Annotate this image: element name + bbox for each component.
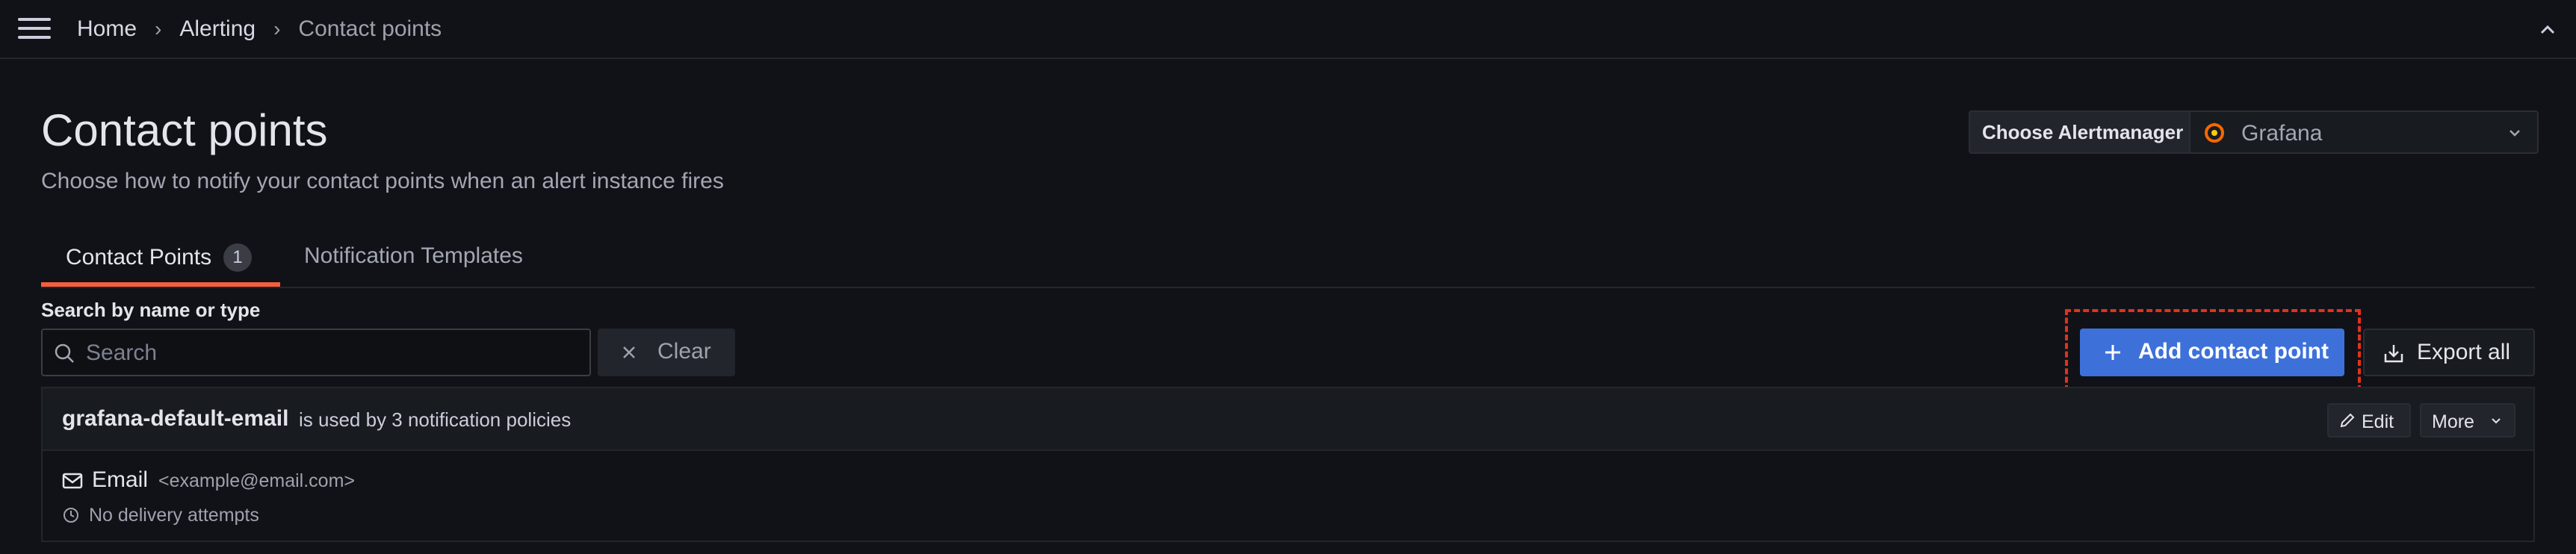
clear-button-label: Clear: [657, 339, 711, 364]
chevron-down-icon: [2510, 130, 2520, 137]
tab-counter-badge: 1: [223, 243, 253, 272]
clear-button[interactable]: Clear: [598, 329, 735, 376]
integration-type: Email: [92, 467, 149, 492]
close-icon: [623, 346, 635, 358]
page-subtitle: Choose how to notify your contact points…: [41, 169, 724, 193]
export-icon: [2384, 345, 2403, 363]
contact-point-name: grafana-default-email: [62, 406, 289, 431]
breadcrumb-alerting[interactable]: Alerting: [179, 16, 256, 42]
export-all-label: Export all: [2417, 340, 2511, 364]
add-contact-point-button[interactable]: Add contact point: [2080, 329, 2344, 376]
delivery-status: No delivery attempts: [89, 505, 259, 526]
breadcrumb-separator: ›: [155, 17, 162, 40]
grafana-logo-icon: [2205, 122, 2224, 143]
tab-contact-points[interactable]: Contact Points 1: [41, 243, 280, 287]
tab-label: Contact Points: [66, 245, 212, 270]
chevron-down-icon: [2492, 418, 2501, 424]
tab-bar: Contact Points 1 Notification Templates: [41, 236, 2535, 288]
more-button-label: More: [2432, 411, 2474, 432]
breadcrumb-separator: ›: [273, 17, 281, 40]
breadcrumb-current: Contact points: [298, 16, 442, 41]
pencil-icon: [2340, 413, 2355, 428]
search-icon: [55, 343, 74, 363]
plus-icon: [2105, 345, 2120, 360]
search-input[interactable]: [84, 330, 580, 376]
edit-button[interactable]: Edit: [2327, 403, 2411, 438]
collapse-icon[interactable]: [2537, 19, 2558, 40]
top-bar: Home › Alerting › Contact points: [0, 0, 2576, 59]
contact-point-card: grafana-default-email is used by 3 notif…: [41, 387, 2535, 542]
edit-button-label: Edit: [2362, 411, 2394, 432]
contact-point-usage: is used by 3 notification policies: [299, 408, 572, 431]
breadcrumb-home[interactable]: Home: [77, 16, 137, 42]
add-contact-point-label: Add contact point: [2138, 339, 2329, 364]
alertmanager-label: Choose Alertmanager: [1969, 111, 2197, 154]
integration-address: <example@email.com>: [158, 470, 355, 491]
alertmanager-select[interactable]: Grafana: [2189, 111, 2539, 154]
export-all-button[interactable]: Export all: [2363, 329, 2535, 376]
search-label: Search by name or type: [41, 299, 261, 321]
page-title: Contact points: [41, 105, 328, 155]
clock-icon: [64, 508, 78, 523]
menu-icon[interactable]: [18, 18, 51, 42]
tab-notification-templates[interactable]: Notification Templates: [304, 243, 523, 287]
more-button[interactable]: More: [2420, 403, 2515, 438]
contact-point-header: grafana-default-email is used by 3 notif…: [43, 388, 2533, 451]
search-field: [41, 329, 591, 376]
breadcrumb: Home › Alerting › Contact points: [77, 16, 442, 42]
alertmanager-selected-value: Grafana: [2241, 121, 2323, 146]
envelope-icon: [62, 473, 83, 489]
tab-label: Notification Templates: [304, 243, 523, 268]
